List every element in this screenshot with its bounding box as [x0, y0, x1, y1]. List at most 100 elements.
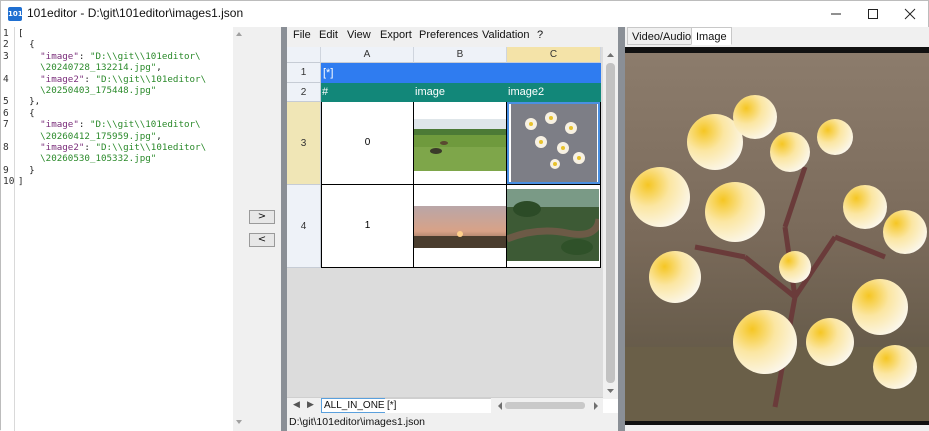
column-header-c[interactable]: C: [507, 47, 601, 63]
scroll-up-icon[interactable]: [603, 49, 618, 61]
menu-validation[interactable]: Validation: [482, 29, 530, 41]
line-number: 6: [3, 107, 9, 119]
code-line: },: [18, 96, 40, 107]
tab-video-audio[interactable]: Video/Audio: [627, 27, 697, 45]
line-number: 7: [3, 119, 9, 131]
code-token-key: "image2": [18, 73, 85, 85]
code-token-punc: ,: [156, 130, 162, 142]
code-token-str: "D:\\git\\101editor\: [95, 142, 207, 153]
line-number: 8: [3, 142, 9, 153]
title-cell[interactable]: [*]: [321, 63, 601, 83]
close-button[interactable]: [891, 1, 929, 27]
header-cell-image2[interactable]: image2: [507, 83, 601, 102]
menu-view[interactable]: View: [347, 29, 371, 41]
code-line: }: [18, 165, 35, 176]
code-line: "image2": "D:\\git\\101editor\: [18, 74, 206, 85]
cell-index-0[interactable]: 0: [321, 102, 414, 185]
flower-preview-image: [625, 47, 929, 425]
menu-help[interactable]: ?: [537, 29, 543, 41]
scroll-thumb[interactable]: [505, 402, 585, 409]
code-line: {: [18, 108, 35, 119]
line-number: 9: [3, 164, 9, 176]
app-logo-icon: 101: [8, 7, 23, 21]
tab-star[interactable]: [*]: [385, 398, 491, 413]
row-header-4[interactable]: 4: [287, 185, 321, 268]
maximize-button[interactable]: [854, 1, 892, 27]
cell-index-1[interactable]: 1: [321, 185, 414, 268]
move-right-button[interactable]: >: [249, 210, 275, 224]
field-thumbnail: [414, 119, 506, 171]
column-header-a[interactable]: A: [321, 47, 414, 63]
code-token-str: \20240728_132214.jpg": [18, 62, 157, 74]
tab-horizontal-scrollbar[interactable]: [495, 400, 601, 412]
status-bar-path: D:\git\101editor\images1.json: [287, 413, 618, 431]
right-splitter[interactable]: [618, 27, 625, 431]
scroll-thumb[interactable]: [606, 63, 615, 383]
spreadsheet-grid[interactable]: A B C 1 2 3 4 [*] # image image2 0 1: [287, 47, 603, 399]
line-number: 1: [3, 28, 9, 39]
scroll-right-icon[interactable]: [591, 400, 601, 412]
menu-bar: File Edit View Export Preferences Valida…: [287, 27, 618, 47]
code-token-sep: :: [84, 73, 96, 85]
menu-export[interactable]: Export: [380, 29, 412, 41]
row-header-2[interactable]: 2: [287, 83, 321, 102]
column-header-b[interactable]: B: [414, 47, 507, 63]
move-left-button[interactable]: <: [249, 233, 275, 247]
code-line: [: [18, 28, 24, 39]
scroll-up-icon[interactable]: [233, 29, 245, 39]
code-token-punc: ]: [18, 176, 24, 188]
sheet-tab-bar: ◀ ▶ ALL_IN_ONE [*]: [287, 397, 603, 413]
window-title: 101editor - D:\git\101editor\images1.jso…: [27, 6, 244, 20]
grid-empty-area: [287, 268, 603, 399]
code-token-punc: },: [18, 96, 41, 108]
line-number: 4: [3, 73, 9, 85]
json-editor[interactable]: 1 2 3 4 5 6 7 8 9 10 [ { "image": "D:\\git\\101ed…: [1, 27, 245, 431]
sunset-thumbnail: [414, 206, 506, 248]
menu-file[interactable]: File: [293, 29, 311, 41]
menu-preferences[interactable]: Preferences: [419, 29, 478, 41]
scroll-down-icon[interactable]: [603, 385, 618, 397]
cell-image2-1[interactable]: [507, 185, 601, 268]
code-token-punc: {: [18, 39, 35, 51]
title-bar: 101 101editor - D:\git\101editor\images1…: [1, 1, 928, 27]
scroll-thumb[interactable]: [235, 41, 243, 415]
flower-thumbnail: [511, 104, 597, 182]
row-header-1[interactable]: 1: [287, 63, 321, 83]
corner-cell[interactable]: [287, 47, 321, 63]
code-token-str: "D:\\git\\101editor\: [95, 73, 207, 85]
line-number: 2: [3, 39, 9, 51]
cell-image-0[interactable]: [414, 102, 507, 185]
code-line: {: [18, 39, 35, 50]
code-token-punc: [: [18, 28, 24, 39]
code-token-sep: :: [84, 142, 96, 153]
header-cell-index[interactable]: #: [321, 83, 414, 102]
app-window: 101 101editor - D:\git\101editor\images1…: [0, 0, 929, 431]
tab-prev-icon[interactable]: ◀: [293, 400, 300, 410]
menu-edit[interactable]: Edit: [319, 29, 338, 41]
code-area[interactable]: [ { "image": "D:\\git\\101editor\ \20240…: [18, 27, 232, 431]
minimize-button[interactable]: [817, 1, 855, 27]
scroll-left-icon[interactable]: [495, 400, 505, 412]
cell-image-1[interactable]: [414, 185, 507, 268]
code-token-sep: :: [78, 50, 90, 62]
tab-image[interactable]: Image: [691, 27, 732, 45]
line-number-gutter: 1 2 3 4 5 6 7 8 9 10: [1, 27, 15, 431]
tab-next-icon[interactable]: ▶: [307, 400, 314, 410]
row-header-3[interactable]: 3: [287, 102, 321, 185]
line-number: 5: [3, 96, 9, 108]
cell-image2-0[interactable]: [507, 102, 601, 185]
code-line: \20240728_132214.jpg",: [18, 62, 162, 73]
editor-vertical-scrollbar[interactable]: [233, 27, 245, 431]
transfer-panel: > <: [245, 27, 281, 431]
code-token-punc: }: [18, 164, 35, 176]
tab-all-in-one[interactable]: ALL_IN_ONE: [321, 398, 388, 413]
code-token-str: "D:\\git\\101editor\: [89, 50, 201, 62]
code-token-str: \20260530_105332.jpg": [18, 153, 157, 165]
code-line: "image": "D:\\git\\101editor\: [18, 119, 200, 130]
grid-vertical-scrollbar[interactable]: [603, 47, 618, 399]
maximize-icon: [868, 9, 878, 19]
code-line: "image": "D:\\git\\101editor\: [18, 50, 201, 62]
scroll-down-icon[interactable]: [233, 417, 245, 427]
code-line: \20260530_105332.jpg": [18, 153, 156, 164]
header-cell-image[interactable]: image: [414, 83, 507, 102]
